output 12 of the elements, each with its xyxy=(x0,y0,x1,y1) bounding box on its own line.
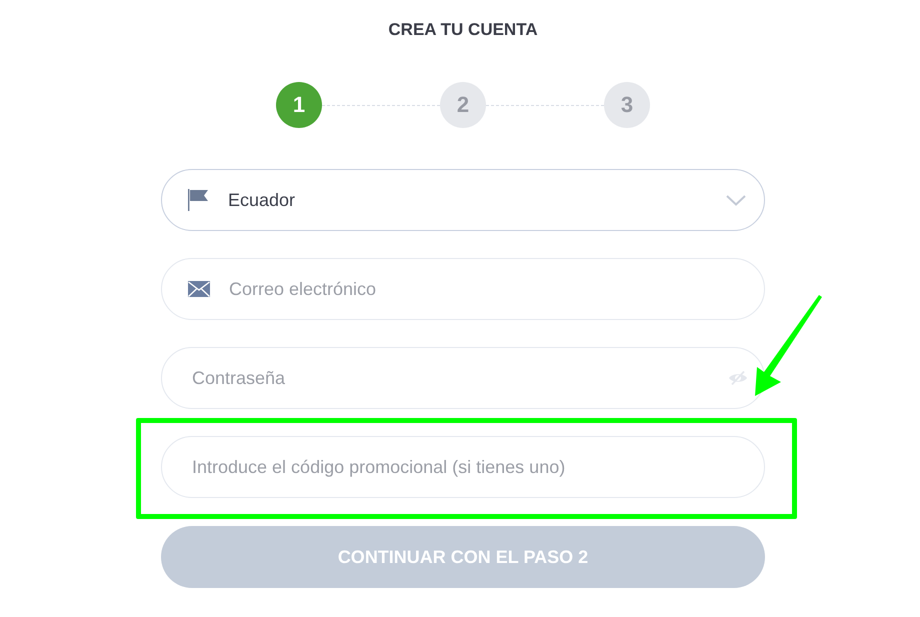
step-indicator: 3 xyxy=(604,82,650,128)
email-field[interactable]: Correo electrónico xyxy=(161,258,765,320)
step-indicator: 2 xyxy=(440,82,486,128)
step-indicator: 1 xyxy=(276,82,322,128)
page-title: CREA TU CUENTA xyxy=(387,19,539,41)
country-select[interactable]: Ecuador xyxy=(161,169,765,231)
promo-code-field[interactable]: Introduce el código promocional (si tienes uno) xyxy=(161,436,765,498)
eye-slash-icon[interactable] xyxy=(728,371,748,385)
envelope-icon xyxy=(188,281,210,297)
password-field[interactable]: Contraseña xyxy=(161,347,765,409)
chevron-down-icon xyxy=(726,194,746,206)
flag-icon xyxy=(188,189,208,211)
